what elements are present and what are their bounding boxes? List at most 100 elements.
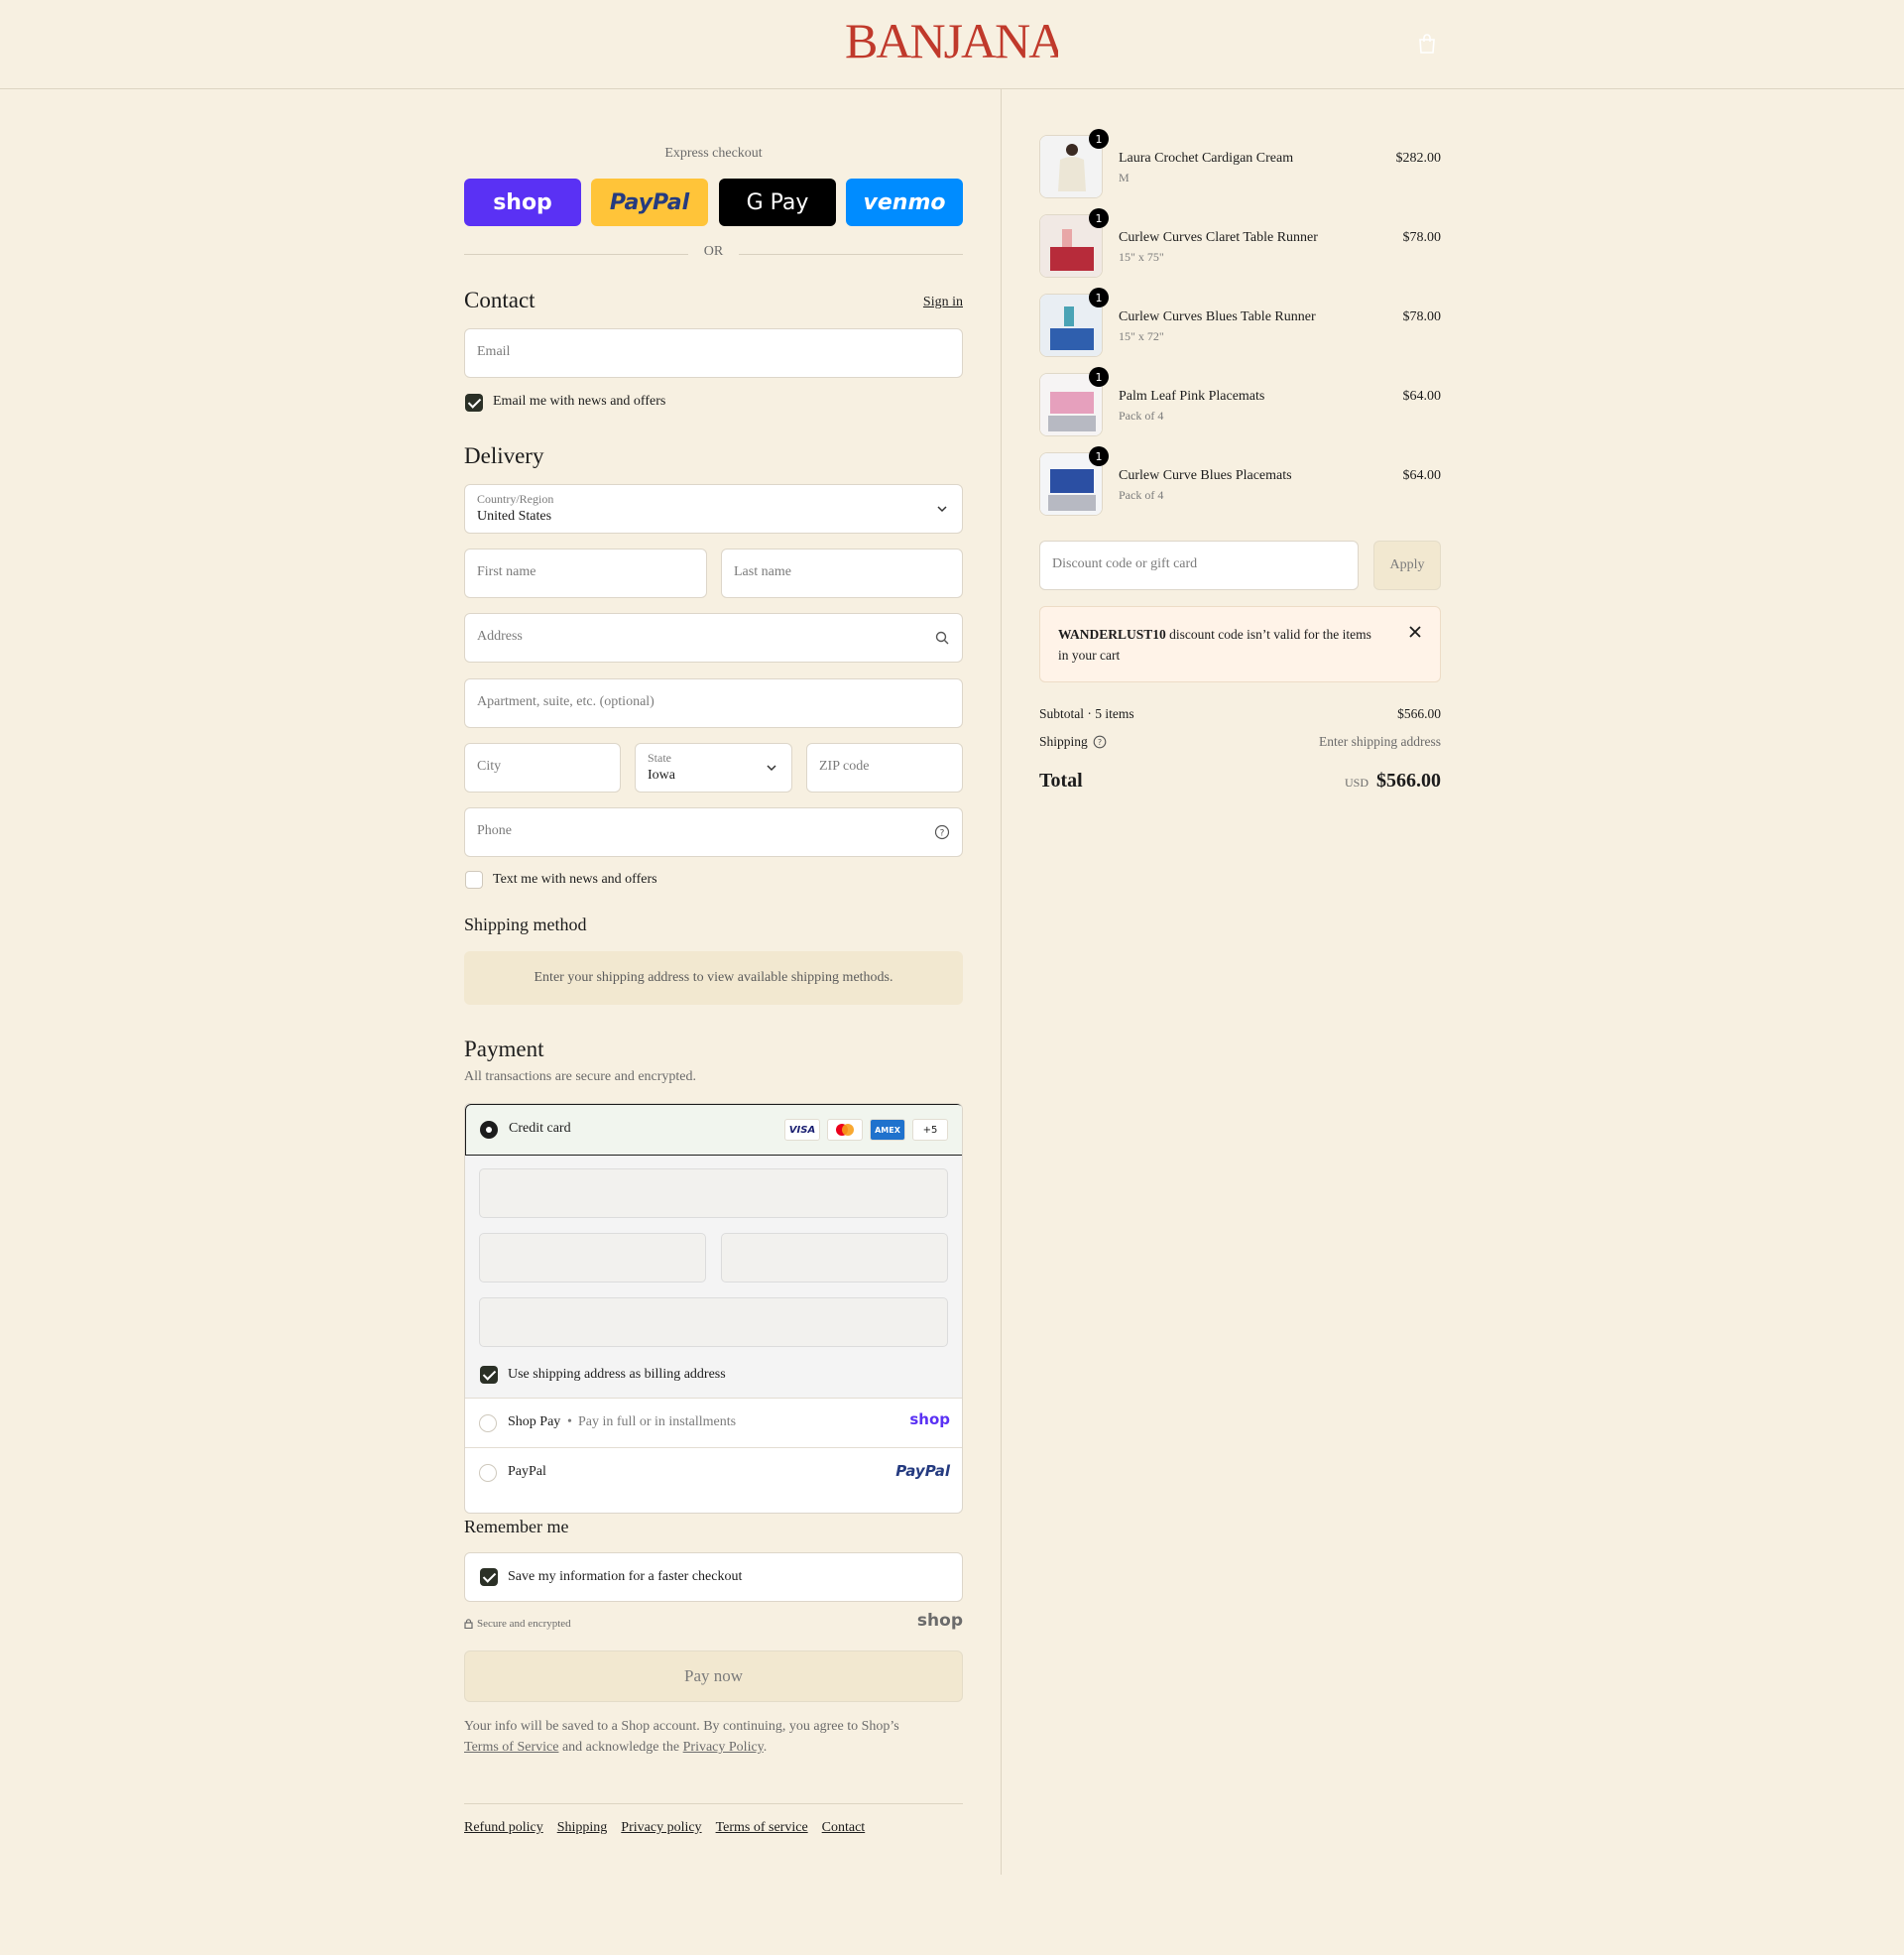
- paypal-label: PayPal: [609, 189, 690, 215]
- shop-pay-option[interactable]: Shop Pay • Pay in full or in installment…: [465, 1398, 962, 1447]
- shop-pay-express-button[interactable]: shop: [464, 179, 581, 226]
- discount-code-placeholder: Discount code or gift card: [1052, 556, 1198, 571]
- payment-methods: Credit card VISA AMEX +5 Use shipping ad…: [464, 1103, 963, 1514]
- first-name-placeholder: First name: [477, 564, 536, 579]
- text-news-checkbox[interactable]: [465, 871, 483, 889]
- item-variant: 15" x 72": [1119, 329, 1164, 343]
- item-variant: M: [1119, 171, 1130, 184]
- billing-same-checkbox[interactable]: [480, 1366, 498, 1384]
- first-name-field[interactable]: First name: [464, 549, 707, 598]
- country-value: United States: [477, 509, 552, 524]
- card-name-field[interactable]: [479, 1297, 948, 1347]
- shop-pay-label: shop: [493, 189, 552, 215]
- discount-error-banner: WANDERLUST10 discount code isn’t valid f…: [1039, 606, 1441, 682]
- line-item: 1 Laura Crochet Cardigan Cream M $282.00: [1039, 129, 1442, 198]
- close-icon[interactable]: [1408, 625, 1422, 639]
- terms-of-service-link[interactable]: Terms of Service: [464, 1740, 558, 1755]
- item-price: $78.00: [1402, 230, 1442, 245]
- line-item: 1 Curlew Curves Blues Table Runner 15" x…: [1039, 288, 1441, 357]
- contact-link[interactable]: Contact: [822, 1820, 866, 1836]
- secure-text: Secure and encrypted: [477, 1618, 571, 1630]
- last-name-placeholder: Last name: [734, 564, 791, 579]
- brand-logo[interactable]: BANJANAN: [845, 13, 1099, 74]
- privacy-policy-footer-link[interactable]: Privacy policy: [621, 1820, 701, 1836]
- credit-card-option[interactable]: Credit card VISA AMEX +5: [465, 1104, 962, 1156]
- or-text: OR: [703, 244, 724, 259]
- paypal-radio[interactable]: [479, 1464, 497, 1482]
- paypal-option[interactable]: PayPal PayPal: [465, 1447, 962, 1497]
- quantity-badge: 1: [1089, 288, 1109, 307]
- column-divider: [1001, 89, 1002, 1875]
- shop-pay-logo: shop: [909, 1410, 950, 1428]
- card-cvv-field[interactable]: [721, 1233, 948, 1283]
- or-divider: OR: [464, 244, 963, 264]
- total-value: $566.00: [1376, 770, 1441, 792]
- item-variant: 15" x 75": [1119, 250, 1164, 264]
- phone-field[interactable]: Phone ?: [464, 807, 963, 857]
- apartment-field[interactable]: Apartment, suite, etc. (optional): [464, 678, 963, 728]
- venmo-label: venmo: [863, 189, 946, 215]
- legal-text-2: and acknowledge the: [561, 1740, 680, 1755]
- state-value: Iowa: [648, 768, 675, 783]
- footer-divider: [464, 1803, 963, 1804]
- city-field[interactable]: City: [464, 743, 621, 793]
- apply-discount-button[interactable]: Apply: [1373, 541, 1441, 590]
- svg-text:?: ?: [940, 829, 945, 839]
- shipping-method-notice: Enter your shipping address to view avai…: [464, 951, 963, 1005]
- help-icon[interactable]: ?: [934, 824, 950, 840]
- shop-pay-radio[interactable]: [479, 1414, 497, 1432]
- sign-in-link[interactable]: Sign in: [923, 295, 963, 310]
- cart-icon[interactable]: [1416, 33, 1438, 55]
- shipping-link[interactable]: Shipping: [557, 1820, 608, 1836]
- credit-card-radio[interactable]: [480, 1121, 498, 1139]
- save-info-checkbox[interactable]: [480, 1568, 498, 1586]
- payment-subtitle: All transactions are secure and encrypte…: [464, 1069, 697, 1084]
- email-placeholder: Email: [477, 344, 511, 359]
- save-info-label: Save my information for a faster checkou…: [508, 1569, 743, 1584]
- email-news-checkbox[interactable]: [465, 394, 483, 412]
- shop-pay-subtitle: Pay in full or in installments: [578, 1414, 737, 1429]
- privacy-policy-link[interactable]: Privacy Policy: [683, 1740, 764, 1755]
- pay-now-button[interactable]: Pay now: [464, 1650, 963, 1702]
- more-cards-badge: +5: [912, 1119, 948, 1141]
- paypal-option-label: PayPal: [508, 1464, 546, 1479]
- item-name: Palm Leaf Pink Placemats: [1119, 389, 1265, 404]
- shop-pay-separator: •: [567, 1414, 572, 1429]
- paypal-express-button[interactable]: PayPal: [591, 179, 708, 226]
- discount-error-code: WANDERLUST10: [1058, 627, 1166, 642]
- google-pay-button[interactable]: G Pay: [719, 179, 836, 226]
- address-placeholder: Address: [477, 629, 523, 644]
- card-expiry-field[interactable]: [479, 1233, 706, 1283]
- item-variant: Pack of 4: [1119, 409, 1164, 423]
- amex-icon: AMEX: [870, 1119, 905, 1141]
- discount-code-field[interactable]: Discount code or gift card: [1039, 541, 1359, 590]
- legal-text-1: Your info will be saved to a Shop accoun…: [464, 1719, 899, 1734]
- item-price: $282.00: [1395, 151, 1442, 166]
- shop-pay-label: Shop Pay: [508, 1414, 561, 1429]
- address-field[interactable]: Address: [464, 613, 963, 663]
- subtotal-label: Subtotal · 5 items: [1039, 706, 1134, 721]
- state-select[interactable]: State Iowa: [635, 743, 792, 793]
- terms-footer-link[interactable]: Terms of service: [716, 1820, 808, 1836]
- venmo-button[interactable]: venmo: [846, 179, 963, 226]
- apartment-placeholder: Apartment, suite, etc. (optional): [477, 694, 654, 709]
- header: BANJANAN: [0, 0, 1904, 89]
- email-field[interactable]: Email: [464, 328, 963, 378]
- help-icon[interactable]: ?: [1093, 735, 1107, 749]
- card-details-panel: Use shipping address as billing address: [465, 1156, 962, 1398]
- quantity-badge: 1: [1089, 367, 1109, 387]
- shipping-value: Enter shipping address: [1319, 734, 1441, 749]
- country-select[interactable]: Country/Region United States: [464, 484, 963, 534]
- subtotal-value: $566.00: [1397, 706, 1441, 721]
- legal-text: Your info will be saved to a Shop accoun…: [464, 1716, 963, 1758]
- country-label: Country/Region: [477, 492, 554, 506]
- quantity-badge: 1: [1089, 446, 1109, 466]
- item-name: Curlew Curve Blues Placemats: [1119, 468, 1292, 483]
- last-name-field[interactable]: Last name: [721, 549, 963, 598]
- payment-heading: Payment: [464, 1037, 544, 1061]
- refund-policy-link[interactable]: Refund policy: [464, 1820, 543, 1836]
- card-number-field[interactable]: [479, 1168, 948, 1218]
- zip-field[interactable]: ZIP code: [806, 743, 963, 793]
- line-item: 1 Palm Leaf Pink Placemats Pack of 4 $64…: [1039, 367, 1441, 436]
- contact-heading: Contact: [464, 288, 536, 312]
